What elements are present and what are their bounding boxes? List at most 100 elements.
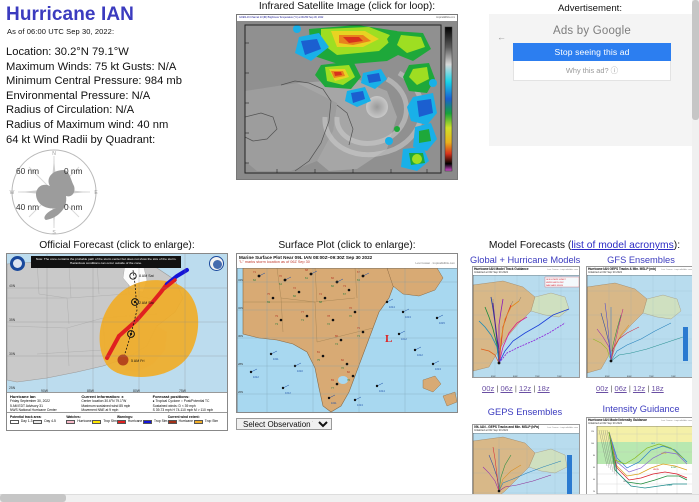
model-panel-subtitle: Initialized at 00z Sep 30 2022 (474, 429, 578, 432)
wind-radii-se: 0 nm (64, 202, 82, 212)
svg-text:30N: 30N (238, 334, 243, 338)
time-link-18z[interactable]: 18z (651, 384, 663, 393)
vertical-scrollbar[interactable] (692, 0, 699, 502)
legend-warnings: Warnings: Hurricane Trop Stm (117, 415, 168, 424)
model-acronyms-link[interactable]: list of model acronyms (571, 240, 673, 251)
legend-swatch-watch-tropstm (92, 420, 101, 424)
svg-text:1014: 1014 (379, 389, 385, 393)
intensity-guidance-canvas: 12010080 604020 02448 7296 GFS HWRF HMON… (587, 418, 694, 497)
svg-text:40: 40 (593, 479, 595, 481)
time-link-00z[interactable]: 00z (482, 384, 494, 393)
time-link-00z[interactable]: 00z (596, 384, 608, 393)
time-link-06z[interactable]: 06z (500, 384, 512, 393)
infrared-satellite-image[interactable]: GOES-16 Channel 13 (IR) Brightness Tempe… (236, 14, 458, 180)
svg-text:2 AM Sat: 2 AM Sat (139, 301, 154, 305)
satellite-caption[interactable]: Infrared Satellite Image (click for loop… (236, 1, 458, 12)
model-panel-gfs-ensembles[interactable]: 85W80W 75W70W Hurricane IAN GEFS Tracks … (586, 266, 694, 378)
time-link-06z[interactable]: 06z (614, 384, 626, 393)
surface-plot-caption[interactable]: Surface Plot (click to enlarge): (236, 240, 458, 251)
surface-plot-image[interactable]: Marine Surface Plot Near 09L IAN 08:00Z–… (236, 253, 458, 413)
wind-radii-nw: 60 nm (16, 166, 39, 176)
model-forecasts-prefix: Model Forecasts ( (489, 240, 571, 251)
legend-we-tropstm-label: Trop Stm (205, 419, 218, 423)
svg-text:1013: 1013 (357, 403, 363, 407)
vertical-scrollbar-thumb[interactable] (692, 0, 699, 120)
svg-text:1013: 1013 (435, 367, 441, 371)
time-link-18z[interactable]: 18z (537, 384, 549, 393)
legend-potential-track-area: Potential track area: Day 1-3 Day 4-5 (10, 415, 66, 424)
svg-text:28N: 28N (238, 362, 243, 366)
surface-plot-canvas: 7162 7064 6861 6660 6763 7266 7468 7367 … (237, 268, 458, 413)
model-forecasts-caption: Model Forecasts (list of model acronyms)… (470, 240, 699, 251)
surface-plot-credit: Levi Cowan · tropicaltidbits.com (416, 261, 455, 265)
why-this-ad-link[interactable]: Why this ad? ⓘ (513, 61, 671, 81)
svg-text:1010: 1010 (297, 369, 303, 373)
storm-stats-list: Location: 30.2°N 79.1°W Maximum Winds: 7… (6, 45, 228, 147)
model-panel-credit: Levi Cowan · tropicaltidbits.com (661, 420, 692, 422)
model-panel-subtitle: Initialized at 00z Sep 30 2022 (588, 422, 692, 425)
time-sep-1: | (610, 384, 612, 393)
hurricane-tracking-page: Hurricane IAN As of 06:00 UTC Sep 30, 20… (0, 0, 699, 502)
legend-warn-hurricane-label: Hurricane (128, 419, 142, 423)
svg-text:120: 120 (591, 431, 594, 433)
legend-watches: Watches: Hurricane Trop Stm (66, 415, 117, 424)
svg-text:1015: 1015 (439, 321, 445, 325)
horizontal-scrollbar[interactable] (0, 494, 699, 502)
svg-text:OFCL: OFCL (623, 481, 628, 483)
official-forecast-cone-map[interactable]: 40N35N 30N25N 90W85W 80W75W 8 AM Sat 2 A… (6, 253, 228, 431)
model-panel-global-hurricane[interactable]: GFS ECMWF UKMET HWRF HMON CMC NAM HAFS N… (472, 266, 580, 378)
svg-text:W: W (10, 190, 15, 196)
stop-seeing-this-ad-button[interactable]: Stop seeing this ad (513, 43, 671, 61)
select-observation-time-dropdown[interactable]: Select Observation Time... (236, 418, 332, 430)
legend-swatch-we-hurricane (168, 420, 177, 424)
model-panel-intensity-guidance[interactable]: 12010080 604020 02448 7296 GFS HWRF HMON… (586, 417, 694, 497)
page-title: Hurricane IAN (6, 4, 228, 26)
model-panel-header: Hurricane IAN Model Track Guidance Initi… (473, 267, 579, 275)
legend-forecast-positions: Forecast positions: ● Tropical Cyclone ○… (153, 395, 224, 412)
svg-text:5 AM Fri: 5 AM Fri (131, 359, 145, 363)
advertisement-container[interactable]: ← Ads by Google Stop seeing this ad Why … (489, 14, 695, 146)
time-link-12z[interactable]: 12z (633, 384, 645, 393)
legend-sustained-s: S 39-73 mph (153, 408, 172, 412)
model-panel-geps-ensembles[interactable]: 09L IAN - GEPS Tracks and Min. MSLP (hPa… (472, 424, 580, 502)
legend-agency: NWS National Hurricane Center (10, 408, 81, 412)
svg-text:HMON: HMON (653, 469, 659, 471)
svg-text:80: 80 (593, 455, 595, 457)
svg-text:N: N (52, 151, 56, 157)
storm-stat-radius-circulation: Radius of Circulation: N/A (6, 103, 228, 118)
storm-stat-location: Location: 30.2°N 79.1°W (6, 45, 228, 60)
ads-by-google-label: Ads by Google (513, 18, 671, 43)
satellite-ir-canvas (237, 21, 458, 180)
storm-info-panel: Hurricane IAN As of 06:00 UTC Sep 30, 20… (6, 4, 228, 147)
svg-text:ECMF: ECMF (671, 467, 677, 469)
noaa-logo-icon (10, 256, 25, 271)
time-links-gfs-ensembles: 00z | 06z | 12z | 18z (596, 384, 664, 393)
svg-text:HWRF: HWRF (661, 453, 668, 455)
legend-swatch-day45 (33, 420, 42, 424)
intensity-guidance-heading: Intensity Guidance (586, 404, 696, 414)
svg-text:1012: 1012 (253, 375, 259, 379)
model-track-guidance-canvas: GFS ECMWF UKMET HWRF HMON CMC NAM HAFS N… (473, 267, 580, 378)
legend-warn-tropstm-label: Trop Stm (154, 419, 167, 423)
time-link-12z[interactable]: 12z (519, 384, 531, 393)
satellite-header-text: GOES-16 Channel 13 (IR) Brightness Tempe… (239, 16, 323, 19)
legend-watch-tropstm-label: Trop Stm (103, 419, 116, 423)
legend-sustained-m: M > 110 mph (194, 408, 213, 412)
svg-text:1012: 1012 (401, 337, 407, 341)
horizontal-scrollbar-thumb[interactable] (0, 494, 66, 502)
svg-text:40N: 40N (9, 284, 16, 288)
ad-back-arrow-icon[interactable]: ← (497, 32, 506, 42)
time-sep-1: | (496, 384, 498, 393)
legend-day45-label: Day 4-5 (44, 419, 56, 423)
surface-plot-header: Marine Surface Plot Near 09L IAN 08:00Z–… (237, 254, 457, 268)
model-panel-credit: Levi Cowan · tropicaltidbits.com (547, 269, 578, 271)
official-forecast-caption[interactable]: Official Forecast (click to enlarge): (6, 240, 228, 251)
svg-text:NAM HAFS NVGM: NAM HAFS NVGM (546, 284, 563, 287)
wind-radii-quadrant-diagram: N S W E 60 nm 0 nm 40 nm 0 nm (2, 146, 112, 238)
legend-swatch-warn-hurricane (117, 420, 126, 424)
legend-forecast-positions-title: Forecast positions: (153, 394, 190, 399)
legend-swatch-day13 (10, 420, 19, 424)
geps-tracks-canvas (473, 425, 580, 502)
legend-current-wind-extent: Current wind extent: Hurricane Trop Stm (168, 415, 224, 424)
svg-text:30N: 30N (9, 352, 16, 356)
